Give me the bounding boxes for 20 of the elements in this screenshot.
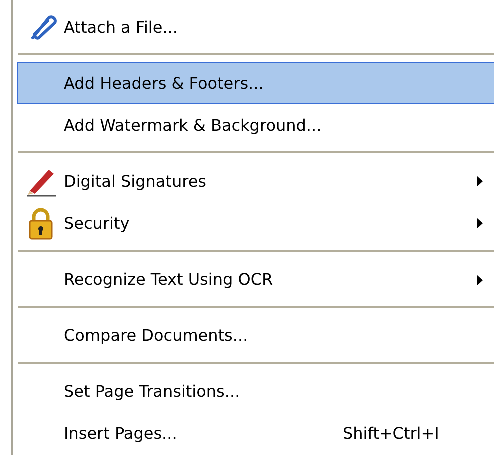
menu-item-label: Set Page Transitions... — [64, 382, 242, 402]
menu-item[interactable]: Add Watermark & Background... — [17, 104, 494, 146]
menu-item-label: Digital Signatures — [64, 172, 208, 191]
menu-item[interactable]: Set Page Transitions... — [17, 370, 494, 413]
menu-item-label: Compare Documents... — [64, 326, 250, 346]
menu-item[interactable]: Add Headers & Footers... — [17, 62, 494, 104]
menu-item[interactable]: Attach a File... — [17, 6, 494, 48]
menu-item[interactable]: Insert Pages... Shift+Ctrl+I — [17, 412, 494, 455]
shortcut-label: Shift+Ctrl+I — [343, 424, 440, 444]
menu-item-label: Add Watermark & Background... — [64, 116, 323, 135]
menu-item-label: Security — [64, 214, 131, 234]
menu-item[interactable]: Recognize Text Using OCR — [17, 258, 494, 301]
menu-item-label: Recognize Text Using OCR — [64, 270, 274, 290]
menu-item[interactable]: Security — [17, 202, 494, 245]
menu-item-label: Attach a File... — [64, 18, 179, 37]
menu-item-label: Insert Pages... — [64, 424, 178, 444]
menu-item[interactable]: Digital Signatures — [17, 160, 494, 202]
lock-icon — [28, 208, 54, 240]
menu-item[interactable]: Compare Documents... — [17, 314, 494, 357]
menu-item-label: Add Headers & Footers... — [64, 74, 265, 93]
